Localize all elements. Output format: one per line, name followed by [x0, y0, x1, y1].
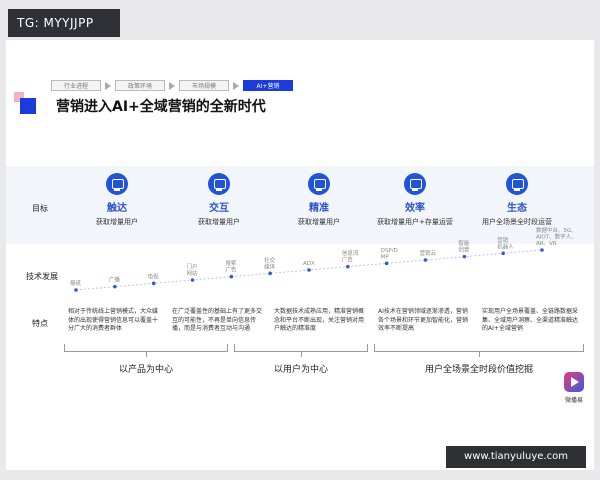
tech-point-dot	[113, 284, 117, 289]
tech-point-label: 营销云	[420, 249, 437, 257]
tech-point-label: 信息流广告	[342, 249, 359, 264]
bracket-tick	[301, 352, 302, 357]
tech-point-label: 门户网站	[187, 263, 199, 278]
group-label-omni: 用户全场景全时段价值挖掘	[424, 365, 533, 375]
feature-text-ai: AI技术在营销领域逐渐渗透，营销各个场景和环节更加智能化，营销效率不断提高	[378, 308, 469, 332]
tech-point-label: 电视	[148, 272, 160, 280]
tech-timeline: 报纸 广播 电视 门户网站 搜索广告 社交媒体 ADX 信息流广告 DSP/D MP 营销云 智能创意…	[70, 226, 577, 292]
tech-point-dot	[229, 274, 234, 279]
tech-point-dot	[346, 264, 350, 269]
bracket-tick	[479, 352, 480, 357]
weiboyi-logo	[564, 372, 584, 392]
tech-point-dot	[462, 254, 467, 259]
tech-point-dot	[268, 271, 272, 276]
tech-point-dot	[501, 251, 505, 256]
logo-text: 微播易	[564, 397, 583, 404]
site-watermark: www.tianyuluye.com	[446, 446, 586, 468]
slide: 行业进程 政策环境 市场规模 AI+营销 营销进入AI+全域营销的全新时代 传统…	[6, 40, 594, 470]
canvas: TG: MYYJJPP 行业进程 政策环境 市场规模 AI+营销 营销进入AI+…	[0, 0, 600, 480]
tech-point-dot	[384, 261, 389, 266]
tech-point-label: 报纸	[70, 279, 82, 287]
tech-point-label: 数据中台、5G、 AIOT、数字人、 AR、VR	[536, 226, 577, 247]
tech-point-label: 营销机器人	[497, 236, 514, 251]
feature-text-omni: 实现用户全场景覆盖、全链路数据采集、全域用户洞察、全渠道精准触达的AI+全域营销	[482, 308, 579, 332]
tech-point-label: 社交媒体	[264, 256, 276, 270]
watermark-tag: TG: MYYJJPP	[8, 9, 120, 37]
tech-point-dot	[74, 288, 78, 292]
tech-point-dot	[307, 268, 311, 272]
tech-point-dot	[423, 258, 428, 262]
bracket-omni	[374, 344, 584, 352]
tech-point-dot	[540, 248, 544, 252]
tech-point-label: 智能创意	[458, 239, 470, 254]
tech-point-label: ADX	[303, 261, 315, 267]
bracket-tick	[146, 352, 147, 357]
feature-text-product: 相对于传统线上营销模式，大众媒体的出现使得营销信息可以覆盖十分广大的消费者群体	[68, 308, 159, 332]
group-label-user: 以用户为中心	[273, 365, 328, 375]
tech-point-dot	[190, 278, 195, 282]
group-label-product: 以产品为中心	[118, 365, 173, 375]
bracket-product	[64, 344, 228, 352]
tech-point-label: 广播	[109, 276, 121, 284]
feature-text-internet: 在广泛覆盖性的基础上有了更多交互的可能性，不再是单向信息传播，而是与消费者互动与…	[172, 308, 263, 332]
feature-text-bigdata: 大数据技术成熟应用，精准营销概念和平台不断出现，关注营销对用户触达的精准度	[274, 308, 365, 332]
tech-point-label: 搜索广告	[225, 259, 237, 274]
bracket-user	[234, 344, 368, 352]
tech-point-label: DSP/D MP	[381, 248, 398, 260]
feature-row-label: 特点	[32, 319, 48, 328]
tech-point-dot	[151, 281, 156, 286]
